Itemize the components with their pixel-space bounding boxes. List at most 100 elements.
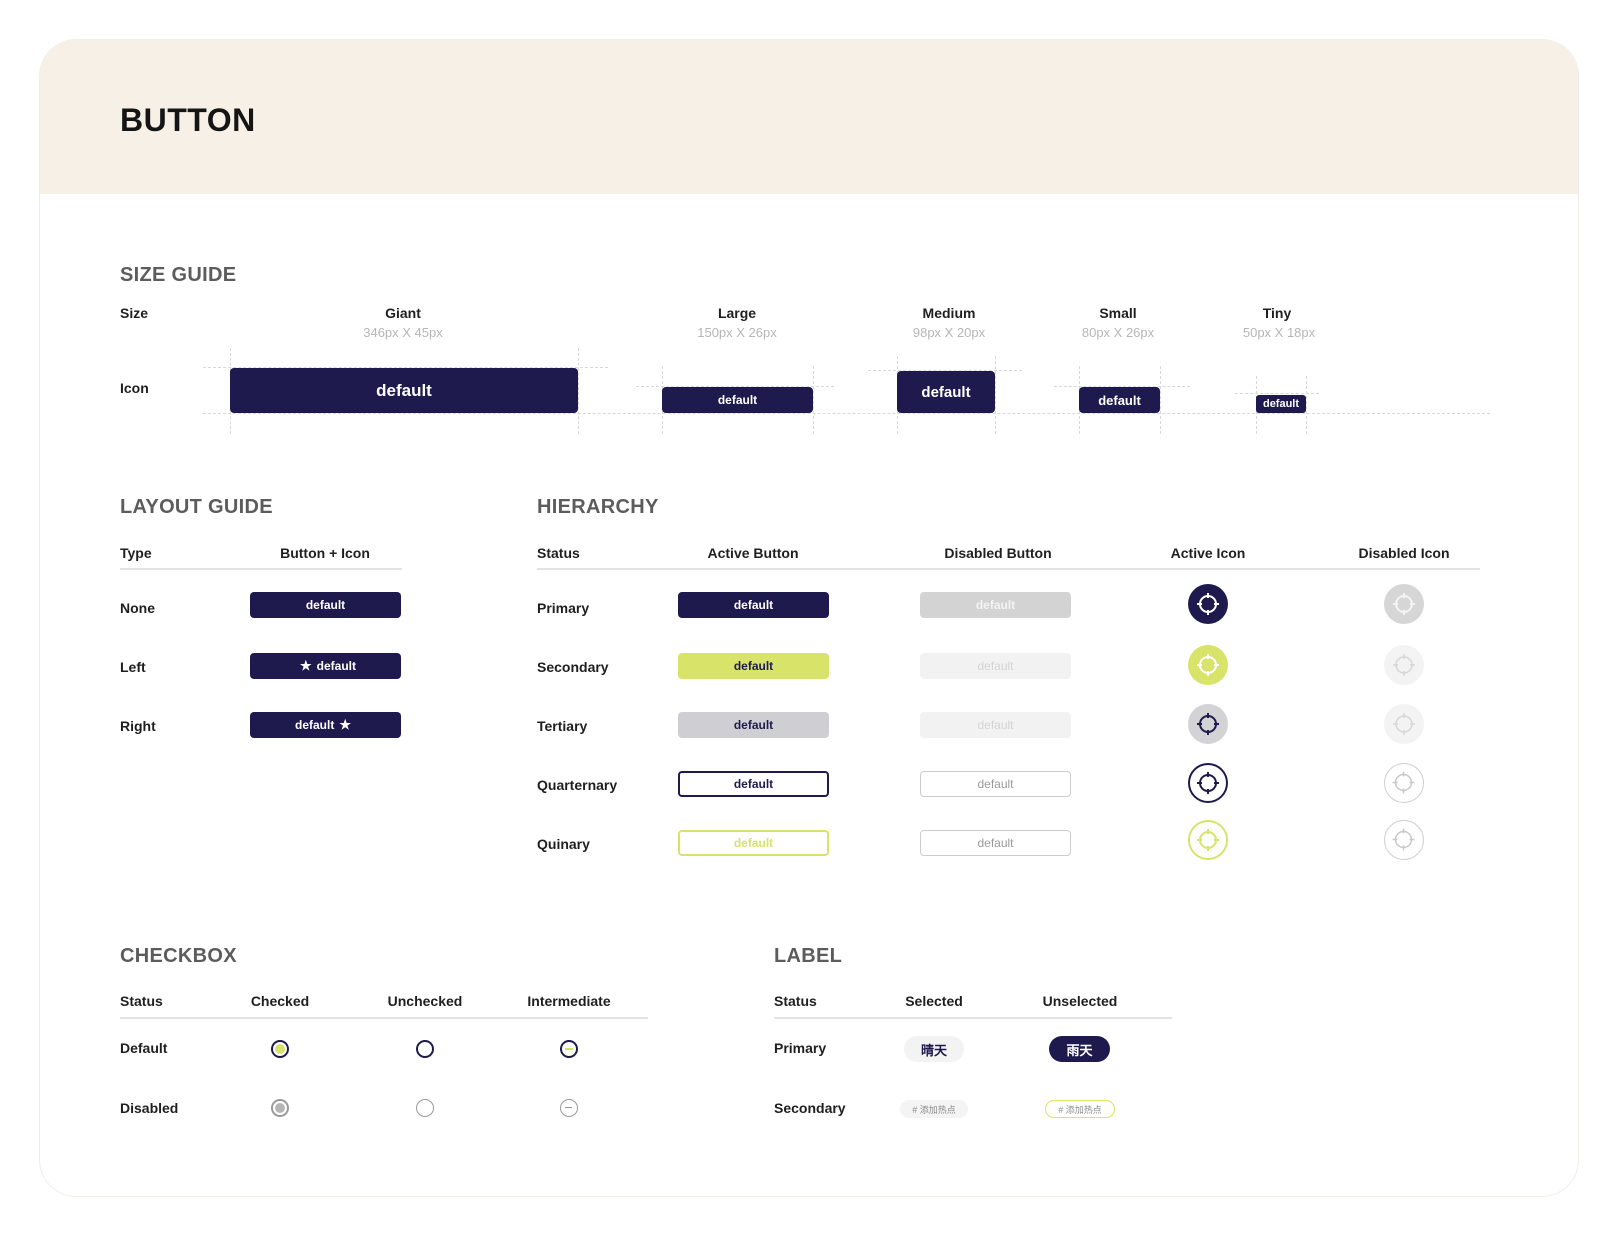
size-dims-medium: 98px X 20px [912,325,986,340]
label-header-selected: Selected [905,993,963,1009]
crosshair-icon[interactable] [1188,645,1228,685]
checkbox-intermediate[interactable] [560,1040,578,1058]
small-right-guide [1160,366,1161,434]
quarternary-active-label: default [733,777,774,791]
medium-button-label: default [921,383,971,401]
label-row-secondary-label: Secondary [774,1100,846,1116]
primary-active-button[interactable]: default [678,592,829,618]
size-name-large: Large [717,305,757,321]
star-icon: ★ [300,658,312,673]
checkbox-checked-disabled [271,1099,289,1117]
header-banner: BUTTON [40,40,1578,194]
primary-active-label: default [733,598,774,612]
label-chip-selected[interactable]: 晴天 [904,1036,964,1062]
layout-guide-title: LAYOUT GUIDE [120,496,273,518]
checkbox-header-intermediate: Intermediate [527,993,611,1009]
checkbox-unchecked-disabled [416,1099,434,1117]
crosshair-icon[interactable] [1188,584,1228,624]
hierarchy-header-disabled-icon: Disabled Icon [1358,545,1450,561]
quinary-active-button[interactable]: default [678,830,829,856]
quinary-active-label: default [733,836,774,850]
layout-header-rule [120,568,402,570]
large-button[interactable]: default [662,387,813,413]
hierarchy-header-active-button: Active Button [707,545,799,561]
checkbox-title: CHECKBOX [120,945,237,967]
small-button[interactable]: default [1079,387,1160,413]
crosshair-icon[interactable] [1188,763,1228,803]
layout-right-button-label: default [295,718,335,732]
size-dims-tiny: 50px X 18px [1242,325,1316,340]
crosshair-icon [1384,763,1424,803]
medium-right-guide [995,356,996,434]
size-row-label: Size [120,305,149,321]
size-dims-large: 150px X 26px [697,325,777,340]
layout-row-left-label: Left [120,659,146,675]
hierarchy-header-rule [537,568,1480,570]
tiny-button-label: default [1262,398,1300,410]
secondary-active-button[interactable]: default [678,653,829,679]
giant-button[interactable]: default [230,368,578,413]
giant-right-guide [578,348,579,434]
secondary-active-label: default [733,659,774,673]
quarternary-active-button[interactable]: default [678,771,829,797]
layout-none-button-label: default [305,598,346,612]
primary-disabled-label: default [975,598,1016,612]
checkbox-unchecked[interactable] [416,1040,434,1058]
size-name-small: Small [1099,305,1137,321]
checkbox-row-default-label: Default [120,1040,168,1056]
secondary-disabled-label: default [977,659,1014,673]
label-row-primary-label: Primary [774,1040,827,1056]
label-tag-selected-text: # 添加热点 [912,1104,956,1115]
crosshair-icon [1384,584,1424,624]
star-icon: ★ [339,717,351,732]
quinary-disabled-label: default [977,836,1014,850]
medium-button[interactable]: default [897,371,995,413]
crosshair-icon[interactable] [1188,820,1228,860]
crosshair-icon[interactable] [1188,704,1228,744]
checkbox-row-disabled-label: Disabled [120,1100,179,1116]
hierarchy-header-active-icon: Active Icon [1170,545,1246,561]
hierarchy-row-quinary-label: Quinary [537,836,590,852]
large-right-guide [813,366,814,434]
layout-none-button[interactable]: default [250,592,401,618]
layout-left-button[interactable]: ★ default [250,653,401,679]
tertiary-active-label: default [733,718,774,732]
label-header-unselected: Unselected [1042,993,1118,1009]
size-guide-title: SIZE GUIDE [120,264,237,286]
quarternary-disabled-label: default [977,777,1014,791]
tertiary-active-button[interactable]: default [678,712,829,738]
layout-right-button[interactable]: default ★ [250,712,401,738]
size-name-tiny: Tiny [1262,305,1292,321]
hierarchy-row-primary-label: Primary [537,600,590,616]
hierarchy-header-disabled-button: Disabled Button [944,545,1052,561]
crosshair-icon [1384,704,1424,744]
label-chip-unselected-text: 雨天 [1066,1042,1093,1058]
tertiary-disabled-label: default [977,718,1014,732]
label-chip-selected-text: 晴天 [920,1042,947,1058]
size-name-giant: Giant [385,305,421,321]
label-tag-unselected[interactable]: # 添加热点 [1045,1100,1115,1118]
hierarchy-row-secondary-label: Secondary [537,659,609,675]
hierarchy-row-quarternary-label: Quarternary [537,777,618,793]
checkbox-intermediate-disabled [560,1099,578,1117]
checkbox-header-rule [120,1017,648,1019]
button-spec-card: BUTTON [40,40,1578,1196]
label-chip-unselected[interactable]: 雨天 [1049,1036,1110,1062]
label-tag-selected[interactable]: # 添加热点 [900,1100,968,1118]
large-button-label: default [717,393,758,407]
checkbox-header-unchecked: Unchecked [387,993,463,1009]
layout-left-button-label: default [316,659,356,673]
label-header-rule [774,1017,1172,1019]
icon-row-label: Icon [120,380,149,396]
checkbox-checked[interactable] [271,1040,289,1058]
secondary-disabled-button: default [920,653,1071,679]
checkbox-header-checked: Checked [250,993,310,1009]
layout-header-button-icon: Button + Icon [280,545,370,561]
small-button-label: default [1098,392,1141,408]
layout-row-right-label: Right [120,718,156,734]
tiny-button[interactable]: default [1256,395,1306,413]
size-dims-giant: 346px X 45px [363,325,443,340]
hierarchy-title: HIERARCHY [537,496,659,518]
crosshair-icon [1384,645,1424,685]
giant-button-label: default [376,380,432,400]
